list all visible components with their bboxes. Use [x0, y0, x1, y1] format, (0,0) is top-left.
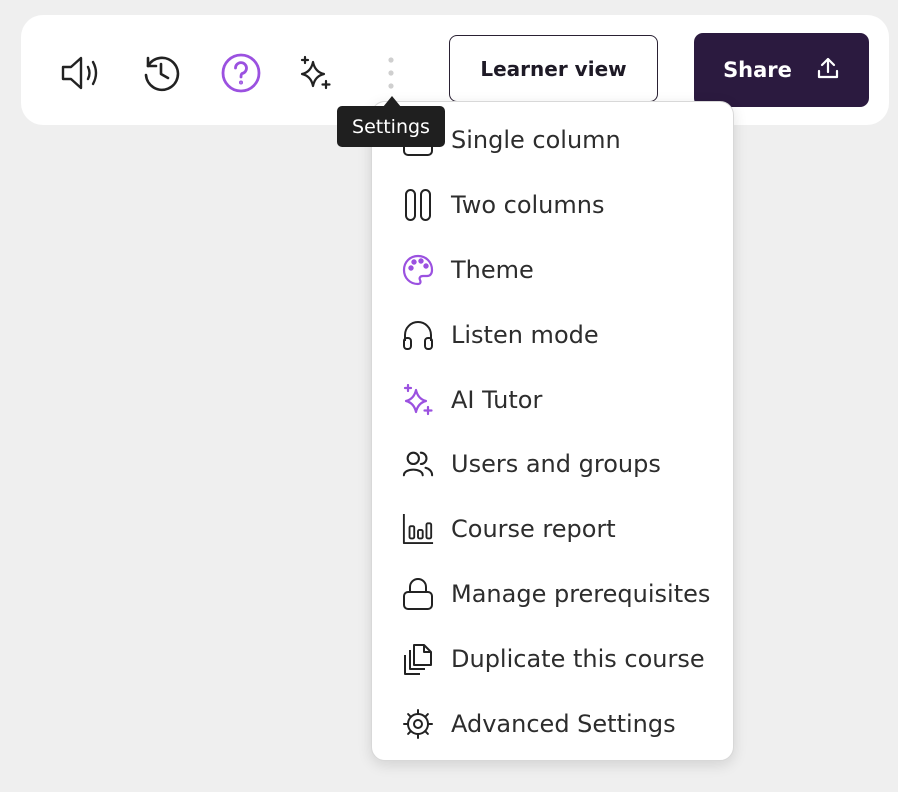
gear-icon [402, 708, 434, 740]
share-button[interactable]: Share [694, 33, 869, 107]
users-icon [402, 448, 434, 480]
menu-item-theme[interactable]: Theme [372, 238, 733, 303]
bar-chart-icon [402, 513, 434, 545]
menu-item-label: Two columns [451, 191, 605, 220]
lock-icon [402, 578, 434, 610]
palette-icon [402, 254, 434, 286]
menu-item-two-columns[interactable]: Two columns [372, 173, 733, 238]
menu-item-listen-mode[interactable]: Listen mode [372, 302, 733, 367]
menu-item-label: Duplicate this course [451, 644, 705, 673]
menu-item-manage-prerequisites[interactable]: Manage prerequisites [372, 562, 733, 627]
learner-view-button[interactable]: Learner view [449, 35, 658, 102]
menu-item-label: Listen mode [451, 320, 599, 349]
menu-item-users-and-groups[interactable]: Users and groups [372, 432, 733, 497]
settings-tooltip: Settings [337, 106, 445, 147]
ai-sparkle-icon [402, 383, 434, 416]
menu-item-course-report[interactable]: Course report [372, 497, 733, 562]
speaker-icon[interactable] [59, 51, 103, 95]
menu-item-label: AI Tutor [451, 385, 543, 414]
duplicate-icon [402, 643, 434, 675]
ai-sparkle-icon[interactable] [294, 51, 338, 95]
upload-icon [816, 56, 840, 85]
menu-item-label: Theme [451, 255, 534, 284]
menu-item-duplicate-course[interactable]: Duplicate this course [372, 626, 733, 691]
help-icon[interactable] [219, 51, 263, 95]
settings-menu: Single column Two columns Theme Listen m… [371, 101, 734, 761]
history-icon[interactable] [139, 51, 183, 95]
menu-item-advanced-settings[interactable]: Advanced Settings [372, 691, 733, 756]
more-vertical-icon[interactable] [369, 51, 413, 95]
menu-item-label: Course report [451, 515, 616, 544]
menu-item-label: Advanced Settings [451, 709, 676, 738]
menu-item-label: Single column [451, 126, 621, 155]
share-label: Share [723, 58, 792, 82]
two-columns-icon [402, 189, 434, 222]
menu-item-label: Manage prerequisites [451, 579, 711, 608]
menu-item-ai-tutor[interactable]: AI Tutor [372, 367, 733, 432]
menu-item-label: Users and groups [451, 450, 661, 479]
headphones-icon [402, 319, 434, 351]
